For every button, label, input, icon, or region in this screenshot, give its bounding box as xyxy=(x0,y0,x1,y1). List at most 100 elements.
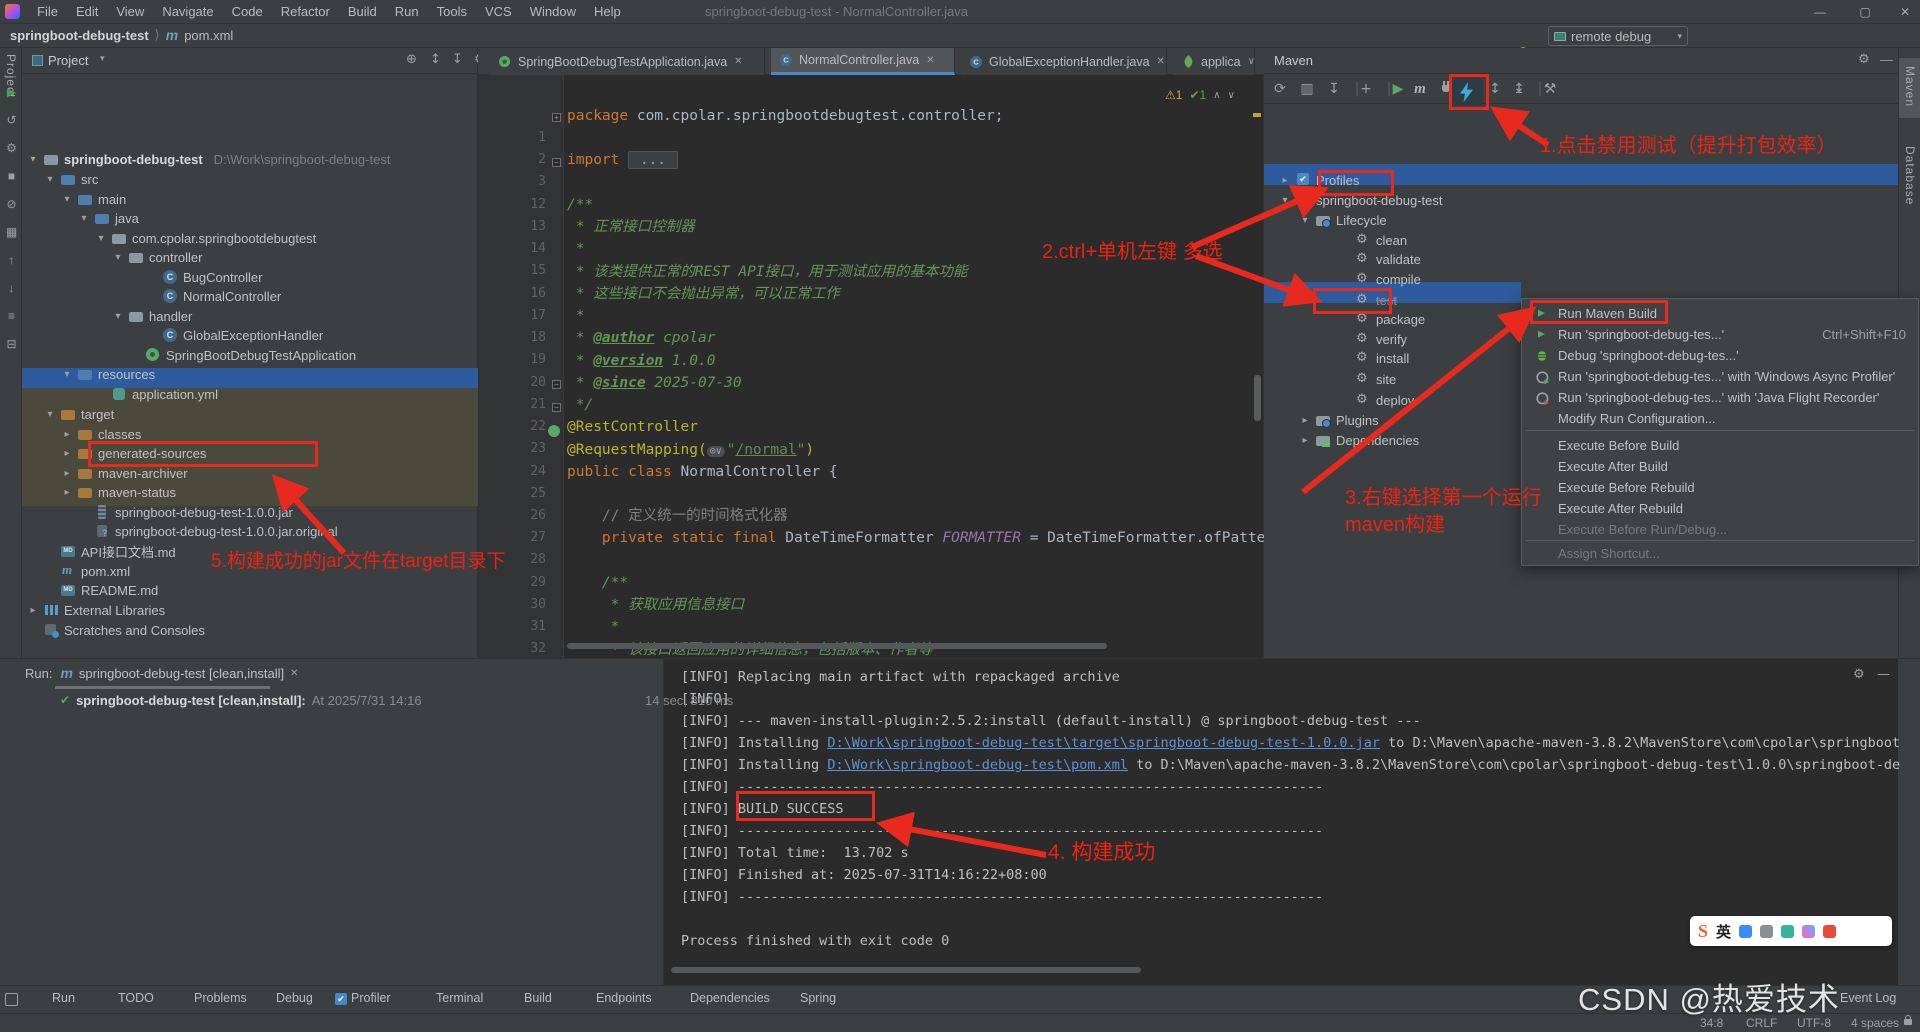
tree-chevron-icon[interactable]: ▸ xyxy=(62,429,72,440)
context-menu-item[interactable]: Execute Before Run/Debug... xyxy=(1522,519,1918,540)
run-result-row[interactable]: ✔ springboot-debug-test [clean,install]:… xyxy=(60,691,660,709)
hide-panel-icon[interactable]: — xyxy=(1880,52,1893,67)
tree-row[interactable]: ▾ com.cpolar.springbootdebugtest xyxy=(96,228,327,248)
maven-toolbar-icon[interactable]: ⚒ xyxy=(1540,79,1560,99)
context-menu-item[interactable]: Debug 'springboot-debug-tes...' xyxy=(1522,345,1918,366)
context-menu-item[interactable]: Execute Before Rebuild xyxy=(1522,477,1918,498)
context-menu-item[interactable]: Assign Shortcut... xyxy=(1522,543,1918,564)
tree-row[interactable]: SpringBootDebugTestApplication xyxy=(130,345,367,365)
code-area[interactable]: 1 package com.cpolar.springbootdebugtest… xyxy=(478,75,1264,658)
fold-marker-icon[interactable]: + xyxy=(552,113,561,122)
status-item[interactable]: 4 spaces xyxy=(1851,1016,1899,1030)
editor-tab[interactable]: NormalController.java ✕ ∨ xyxy=(771,48,955,75)
maven-tree-row[interactable]: site xyxy=(1340,369,1396,389)
lock-icon[interactable] xyxy=(1904,1019,1912,1025)
spring-bean-gutter-icon[interactable] xyxy=(548,425,560,437)
maven-toolbar-icon[interactable]: ↧ xyxy=(1324,79,1344,99)
maven-tree-row[interactable]: ▸ Profiles xyxy=(1280,170,1359,190)
menu-item[interactable]: Tools xyxy=(428,4,476,19)
breadcrumb-file[interactable]: pom.xml xyxy=(184,28,233,43)
project-panel-title[interactable]: Project xyxy=(48,53,88,68)
context-menu-item[interactable]: Run Maven Build xyxy=(1522,303,1918,324)
console-horizontal-scrollbar[interactable] xyxy=(671,967,1141,973)
tree-chevron-icon[interactable]: ▾ xyxy=(1280,195,1290,206)
toolwindow-bar-item[interactable]: Run xyxy=(34,991,75,1005)
maven-toolbar-icon[interactable]: ↨ xyxy=(1509,79,1529,99)
gear-icon[interactable]: ⚙ xyxy=(1853,667,1865,682)
maven-toolbar-icon[interactable]: ⟳ xyxy=(1270,79,1290,99)
fold-marker-icon[interactable]: − xyxy=(552,380,561,389)
context-menu-item[interactable]: Run 'springboot-debug-tes...' with 'Wind… xyxy=(1522,366,1918,387)
toolwindow-bar-item[interactable]: Profiler xyxy=(333,991,391,1005)
menu-item[interactable]: View xyxy=(107,4,153,19)
tree-row[interactable]: BugController xyxy=(147,267,274,287)
ime-mic-icon[interactable] xyxy=(1760,925,1773,938)
context-menu-item[interactable]: Execute After Rebuild xyxy=(1522,498,1918,519)
panel-header-icon[interactable]: ↧ xyxy=(452,52,463,67)
maven-toolbar-icon[interactable]: ▶ xyxy=(1388,79,1408,99)
maven-toolbar-icon[interactable]: ↕ xyxy=(1485,79,1505,99)
editor-tab[interactable]: GlobalExceptionHandler.java ✕ ∨ xyxy=(961,48,1167,75)
maven-tree-row[interactable]: deploy xyxy=(1340,390,1414,410)
ime-language-indicator[interactable]: 英 xyxy=(1716,921,1731,942)
maven-tree-row[interactable]: clean xyxy=(1340,230,1407,250)
toolwindow-switcher-icon[interactable] xyxy=(5,993,18,1006)
tree-chevron-icon[interactable]: ▸ xyxy=(1280,175,1290,186)
tree-row[interactable]: ▸ generated-sources xyxy=(62,443,217,463)
maven-toolbar-icon[interactable]: ▥ xyxy=(1297,79,1317,99)
run-tool-icon[interactable]: ▦ xyxy=(3,224,20,241)
context-menu-item[interactable]: Execute After Build xyxy=(1522,456,1918,477)
inspection-widget[interactable]: ⚠1 ✔1 ∧ ∨ xyxy=(1165,88,1235,102)
menu-item[interactable]: Run xyxy=(386,4,428,19)
toolwindow-button[interactable]: Maven xyxy=(1899,58,1920,118)
close-button[interactable]: ✕ xyxy=(1885,0,1920,24)
context-menu-item[interactable]: Modify Run Configuration... xyxy=(1522,408,1918,429)
context-menu-item[interactable]: Run 'springboot-debug-tes...' Ctrl+Shift… xyxy=(1522,324,1918,345)
skip-tests-toggle[interactable] xyxy=(1449,78,1483,106)
run-tool-icon[interactable]: ≡ xyxy=(3,308,20,325)
maven-tree-row[interactable]: ▾ springboot-debug-test xyxy=(1280,190,1442,210)
tree-row[interactable]: API接口文档.md xyxy=(45,541,187,561)
run-tool-icon[interactable]: ↓ xyxy=(3,280,20,297)
run-tool-icon[interactable]: ■ xyxy=(3,168,20,185)
ime-skin-icon[interactable] xyxy=(1802,925,1815,938)
ime-settings-icon[interactable] xyxy=(1823,925,1836,938)
tree-chevron-icon[interactable]: ▾ xyxy=(113,252,123,263)
chevron-down-icon[interactable]: ∨ xyxy=(1248,56,1255,67)
prev-warning-icon[interactable]: ∧ xyxy=(1213,90,1220,101)
input-method-bar[interactable]: S 英 xyxy=(1690,916,1892,946)
toolwindow-bar-item[interactable]: TODO xyxy=(100,991,154,1005)
tree-row[interactable]: README.md xyxy=(45,580,169,600)
gear-icon[interactable]: ⚙ xyxy=(1858,52,1870,67)
maven-tree-row[interactable]: compile xyxy=(1340,269,1421,289)
menu-item[interactable]: File xyxy=(28,4,67,19)
tree-chevron-icon[interactable]: ▾ xyxy=(113,311,123,322)
tree-chevron-icon[interactable]: ▾ xyxy=(28,154,38,165)
fold-marker-icon[interactable]: − xyxy=(552,158,561,167)
tree-row[interactable]: ▾ controller xyxy=(113,247,213,267)
menu-item[interactable]: VCS xyxy=(476,4,521,19)
run-tool-icon[interactable]: ↺ xyxy=(3,112,20,129)
tree-chevron-icon[interactable]: ▸ xyxy=(62,448,72,459)
tree-row[interactable]: ▾ java xyxy=(79,208,150,228)
event-log-button[interactable]: Event Log xyxy=(1840,991,1896,1005)
context-menu-item[interactable]: Run 'springboot-debug-tes...' with 'Java… xyxy=(1522,387,1918,408)
chevron-down-icon[interactable]: ▾ xyxy=(100,53,105,64)
tree-chevron-icon[interactable]: ▾ xyxy=(96,233,106,244)
tree-row[interactable]: NormalController xyxy=(147,286,292,306)
run-tool-icon[interactable]: ▶ xyxy=(3,84,20,101)
toolwindow-bar-item[interactable]: Problems xyxy=(176,991,247,1005)
toolwindow-button[interactable]: Database xyxy=(1899,138,1920,216)
tree-row[interactable]: ▸ maven-status xyxy=(62,482,187,502)
maven-toolbar-icon[interactable]: + xyxy=(1356,79,1376,99)
menu-item[interactable]: Window xyxy=(521,4,585,19)
menu-item[interactable]: Help xyxy=(585,4,630,19)
tree-chevron-icon[interactable]: ▾ xyxy=(79,213,89,224)
ime-keyboard-icon[interactable] xyxy=(1781,925,1794,938)
maven-tree-row[interactable]: ▸ Dependencies xyxy=(1300,430,1419,450)
maven-tree-row[interactable]: verify xyxy=(1340,329,1407,349)
tree-chevron-icon[interactable]: ▾ xyxy=(62,369,72,380)
toolwindow-bar-item[interactable]: Dependencies xyxy=(672,991,770,1005)
toolwindow-bar-item[interactable]: Spring xyxy=(782,991,836,1005)
editor-tab[interactable]: applica ✕ ∨ xyxy=(1173,48,1255,75)
